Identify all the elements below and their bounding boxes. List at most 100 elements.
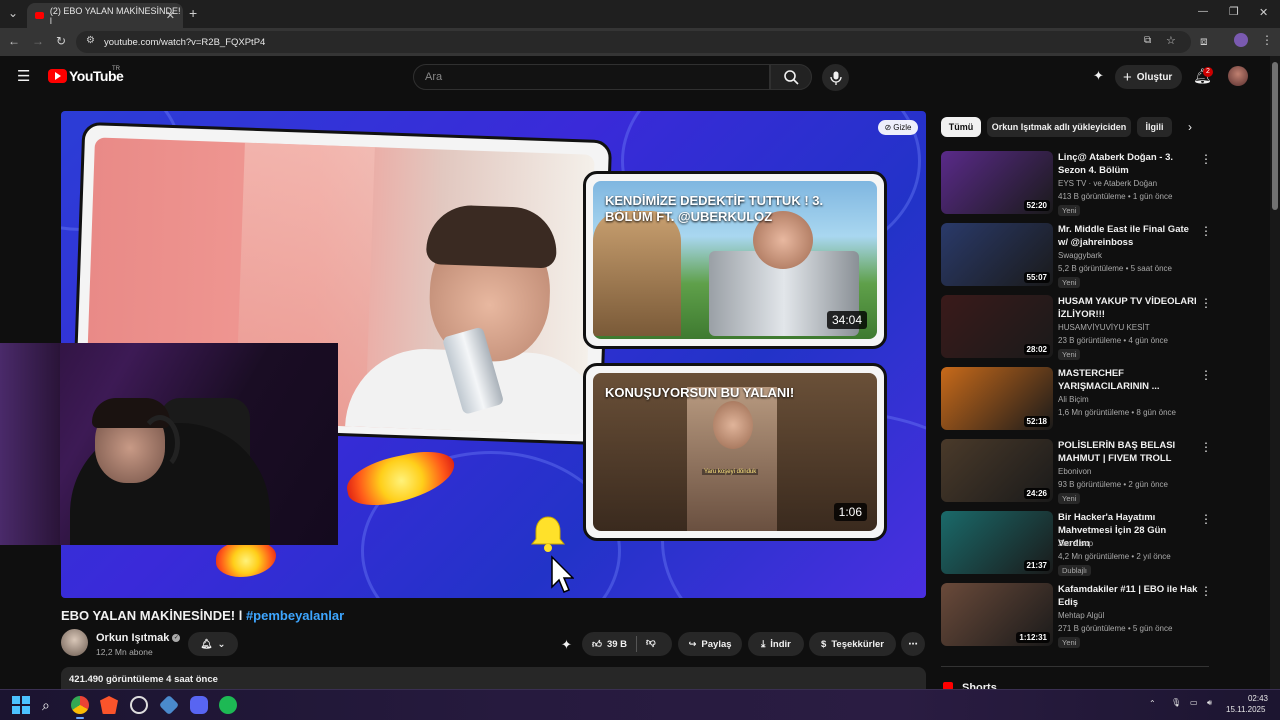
like-icon[interactable]: 👍︎ — [592, 638, 602, 650]
brave-taskbar-icon[interactable] — [100, 696, 118, 714]
subscribe-bell-icon — [530, 516, 566, 552]
recommendation-duration: 1:12:31 — [1016, 632, 1050, 643]
microphone-tray-icon[interactable]: 🎙︎ — [1171, 698, 1181, 707]
tab-close-icon[interactable]: ✕ — [166, 9, 175, 22]
video-hashtag[interactable]: #pembeyalanlar — [246, 608, 344, 623]
more-options-icon[interactable]: ⋮ — [1200, 512, 1212, 526]
ai-sparkle-icon[interactable]: ✦ — [1093, 68, 1104, 84]
recommendation-thumbnail[interactable]: 52:18 — [941, 367, 1053, 430]
search-taskbar-icon[interactable]: ⌕ — [42, 696, 60, 714]
extensions-icon[interactable]: ⧈ — [1200, 34, 1208, 49]
forward-icon[interactable]: → — [32, 34, 44, 48]
spotify-taskbar-icon[interactable] — [219, 696, 237, 714]
more-options-icon[interactable]: ⋮ — [1200, 440, 1212, 454]
recommendation-item[interactable]: 1:12:31 Kafamdakiler #11 | EBO ile Hak E… — [941, 583, 1212, 649]
recommendation-item[interactable]: 28:02 HUSAM YAKUP TV VİDEOLARI İZLİYOR!!… — [941, 295, 1212, 361]
thanks-button[interactable]: $ Teşekkürler — [809, 632, 896, 656]
more-options-icon[interactable]: ⋮ — [1200, 224, 1212, 238]
tray-chevron-icon[interactable]: ⌃ — [1149, 699, 1156, 708]
recommendation-channel[interactable]: Zac Alsop — [1058, 539, 1093, 548]
recommendation-item[interactable]: 55:07 Mr. Middle East ile Final Gate w/ … — [941, 223, 1212, 289]
back-icon[interactable]: ← — [8, 34, 20, 48]
description-box[interactable]: 421.490 görüntüleme 4 saat önce — [61, 667, 926, 689]
subscribed-bell-button[interactable]: 🔔︎ ⌄ — [188, 632, 238, 656]
install-app-icon[interactable]: ⧉ — [1144, 35, 1151, 46]
tab-search-icon[interactable]: ⌄ — [8, 6, 18, 20]
bookmark-star-icon[interactable]: ☆ — [1166, 34, 1176, 47]
recommendation-thumbnail[interactable]: 21:37 — [941, 511, 1053, 574]
app2-taskbar-icon[interactable] — [158, 694, 180, 716]
recommendation-channel[interactable]: Ali Biçim — [1058, 395, 1089, 404]
close-window-icon[interactable]: ✕ — [1259, 6, 1268, 19]
browser-tab[interactable]: (2) EBO YALAN MAKİNESİNDE! l ✕ — [27, 3, 183, 28]
thanks-icon: $ — [821, 638, 827, 650]
scrollbar-thumb[interactable] — [1272, 62, 1278, 210]
chrome-menu-icon[interactable]: ⋮ — [1261, 33, 1273, 47]
create-button[interactable]: + Oluştur — [1115, 65, 1182, 89]
chips-next-chevron-icon[interactable]: › — [1188, 120, 1192, 134]
new-tab-icon[interactable]: + — [189, 5, 197, 21]
restore-icon[interactable]: ❐ — [1229, 5, 1239, 18]
like-count[interactable]: 39 B — [607, 639, 627, 650]
more-options-icon[interactable]: ⋮ — [1200, 584, 1212, 598]
menu-hamburger-icon[interactable]: ☰ — [17, 67, 30, 85]
voice-search-button[interactable] — [822, 64, 849, 91]
dislike-icon[interactable]: 👎︎ — [646, 636, 656, 648]
minimize-icon[interactable]: — — [1198, 6, 1208, 17]
more-options-icon[interactable]: ⋮ — [1200, 152, 1212, 166]
recommendation-channel[interactable]: Swaggybark — [1058, 251, 1102, 260]
app-taskbar-icon[interactable] — [130, 696, 148, 714]
recommendation-channel[interactable]: Mehtap Algül — [1058, 611, 1104, 620]
recommendation-title[interactable]: MASTERCHEF YARIŞMACILARININ ... — [1058, 367, 1198, 393]
more-actions-button[interactable]: ⋯ — [901, 632, 925, 656]
start-windows-icon[interactable] — [12, 696, 30, 714]
recommendation-thumbnail[interactable]: 24:26 — [941, 439, 1053, 502]
clock-date[interactable]: 15.11.2025 — [1226, 705, 1265, 714]
profile-avatar-icon[interactable] — [1234, 33, 1248, 47]
clock-time[interactable]: 02:43 — [1232, 694, 1268, 703]
discord-taskbar-icon[interactable] — [190, 696, 208, 714]
recommendation-thumbnail[interactable]: 52:20 — [941, 151, 1053, 214]
network-tray-icon[interactable]: ▭ — [1190, 698, 1198, 707]
recommendation-title[interactable]: Mr. Middle East ile Final Gate w/ @jahre… — [1058, 223, 1198, 249]
chrome-taskbar-icon[interactable] — [71, 696, 89, 714]
recommendation-item[interactable]: 52:20 Linç@ Ataberk Doğan - 3. Sezon 4. … — [941, 151, 1212, 217]
account-avatar[interactable] — [1228, 66, 1248, 86]
site-info-icon[interactable]: ⚙ — [86, 35, 95, 46]
search-input[interactable]: Ara — [413, 64, 770, 90]
recommendation-channel[interactable]: EYS TV · ve Ataberk Doğan — [1058, 179, 1157, 188]
youtube-logo-icon[interactable] — [48, 69, 67, 83]
more-options-icon[interactable]: ⋮ — [1200, 296, 1212, 310]
search-button[interactable] — [770, 64, 812, 90]
recommendation-title[interactable]: POLİSLERİN BAŞ BELASI MAHMUT | FIVEM TRO… — [1058, 439, 1198, 465]
recommendation-title[interactable]: Kafamdakiler #11 | EBO ile Hak Ediş — [1058, 583, 1198, 609]
hide-endcards-button[interactable]: ⊘ Gizle — [878, 120, 918, 135]
more-options-icon[interactable]: ⋮ — [1200, 368, 1212, 382]
recommendation-thumbnail[interactable]: 1:12:31 — [941, 583, 1053, 646]
channel-avatar[interactable] — [61, 629, 88, 656]
volume-tray-icon[interactable]: 🔊︎ — [1207, 698, 1212, 708]
ask-ai-icon[interactable]: ✦ — [561, 637, 572, 653]
endcard-video-1[interactable]: KENDİMİZE DEDEKTİF TUTTUK ! 3. BÖLÜM ft.… — [583, 171, 887, 349]
recommendation-thumbnail[interactable]: 28:02 — [941, 295, 1053, 358]
recommendation-title[interactable]: HUSAM YAKUP TV VİDEOLARI İZLİYOR!!! — [1058, 295, 1198, 321]
recommendation-item[interactable]: 24:26 POLİSLERİN BAŞ BELASI MAHMUT | FIV… — [941, 439, 1212, 505]
recommendation-item[interactable]: 52:18 MASTERCHEF YARIŞMACILARININ ... Al… — [941, 367, 1212, 433]
recommendation-title[interactable]: Linç@ Ataberk Doğan - 3. Sezon 4. Bölüm — [1058, 151, 1198, 177]
download-button[interactable]: ⤓ İndir — [748, 632, 804, 656]
chip-all[interactable]: Tümü — [941, 117, 981, 137]
share-button[interactable]: ↪ Paylaş — [678, 632, 742, 656]
address-bar[interactable]: ⚙ youtube.com/watch?v=R2B_FQXPtP4 ⧉ ☆ — [76, 31, 1191, 53]
endcard-video-2[interactable]: Yaru koşeyi dönduk KONUŞUYORSUN BU YALAN… — [583, 363, 887, 541]
url-text: youtube.com/watch?v=R2B_FQXPtP4 — [104, 36, 266, 48]
recommendation-channel[interactable]: Ebonivon — [1058, 467, 1091, 476]
recommendation-thumbnail[interactable]: 55:07 — [941, 223, 1053, 286]
recommendation-item[interactable]: 21:37 Bir Hacker'a Hayatımı Mahvetmesi İ… — [941, 511, 1212, 577]
reload-icon[interactable]: ↻ — [56, 34, 66, 48]
person-face — [713, 401, 753, 449]
channel-name[interactable]: Orkun Işıtmak ✓ — [96, 632, 181, 644]
recommendation-channel[interactable]: HUSAMVİYUVİYU KESİT — [1058, 323, 1150, 332]
chip-from-uploader[interactable]: Orkun Işıtmak adlı yükleyiciden — [987, 117, 1131, 137]
chip-related[interactable]: İlgili — [1137, 117, 1172, 137]
recommendation-badge: Dublajlı — [1058, 565, 1092, 576]
